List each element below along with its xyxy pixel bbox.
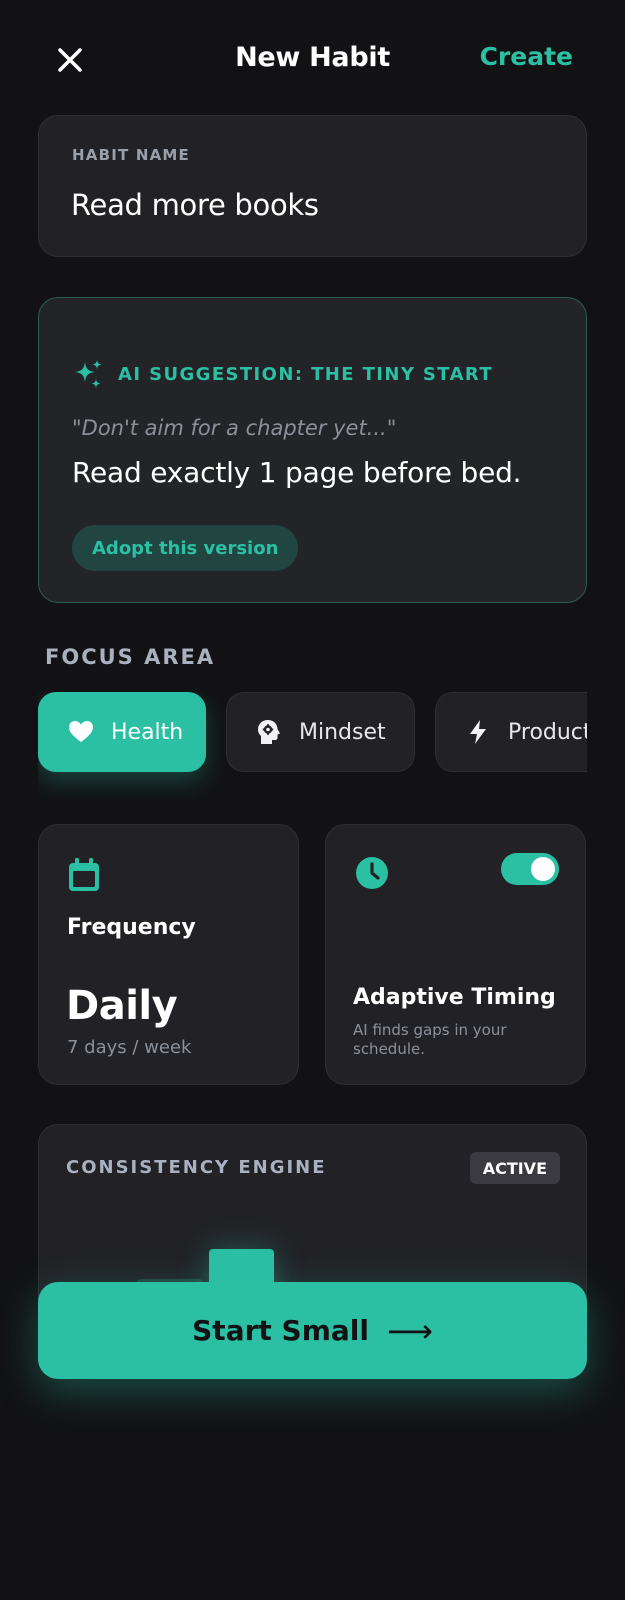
sparkles-icon	[75, 360, 102, 388]
toggle-knob	[531, 857, 555, 881]
ai-suggestion-text: Read exactly 1 page before bed.	[72, 456, 522, 489]
frequency-subtitle: 7 days / week	[67, 1037, 192, 1058]
frequency-value: Daily	[66, 983, 178, 1029]
calendar-icon	[69, 858, 99, 891]
status-badge: ACTIVE	[469, 1152, 560, 1184]
chip-health-label: Health	[111, 719, 184, 745]
habit-name-label: HABIT NAME	[72, 146, 190, 164]
adaptive-timing-subtitle: AI finds gaps in your schedule.	[353, 1021, 507, 1058]
clock-icon	[356, 857, 388, 889]
bolt-icon	[470, 720, 486, 744]
focus-area-chips: Health Mindset Productivity	[38, 692, 587, 802]
start-small-button[interactable]: Start Small ⟶	[38, 1282, 587, 1379]
chip-productivity[interactable]: Productivity	[435, 692, 587, 772]
ai-suggestion-quote: "Don't aim for a chapter yet..."	[72, 416, 397, 440]
arrow-right-icon: ⟶	[386, 1311, 433, 1350]
adaptive-timing-toggle[interactable]	[501, 853, 559, 885]
chip-productivity-label: Productivity	[508, 719, 587, 745]
consistency-engine-label: CONSISTENCY ENGINE	[66, 1157, 327, 1178]
habit-name-input[interactable]	[71, 180, 551, 230]
brain-gear-icon	[258, 720, 280, 744]
adaptive-timing-title: Adaptive Timing	[353, 985, 556, 1010]
create-button[interactable]: Create	[480, 42, 573, 71]
adaptive-timing-card: Adaptive Timing AI finds gaps in your sc…	[325, 824, 586, 1085]
chip-health[interactable]: Health	[38, 692, 206, 772]
frequency-card[interactable]: Frequency Daily 7 days / week	[38, 824, 299, 1085]
frequency-title: Frequency	[67, 915, 196, 940]
focus-area-label: FOCUS AREA	[45, 645, 216, 669]
start-small-label: Start Small	[192, 1314, 369, 1347]
adopt-version-button[interactable]: Adopt this version	[72, 525, 299, 571]
header: New Habit Create	[0, 28, 625, 88]
heart-icon	[69, 721, 93, 742]
ai-suggestion-header: AI SUGGESTION: THE TINY START	[72, 358, 493, 390]
ai-suggestion-card: AI SUGGESTION: THE TINY START "Don't aim…	[38, 297, 587, 603]
new-habit-screen: New Habit Create HABIT NAME AI SUGGESTIO…	[0, 0, 625, 1600]
chip-mindset[interactable]: Mindset	[226, 692, 415, 772]
chip-mindset-label: Mindset	[299, 719, 386, 745]
ai-suggestion-title: AI SUGGESTION: THE TINY START	[118, 363, 494, 385]
habit-name-card: HABIT NAME	[38, 115, 587, 257]
